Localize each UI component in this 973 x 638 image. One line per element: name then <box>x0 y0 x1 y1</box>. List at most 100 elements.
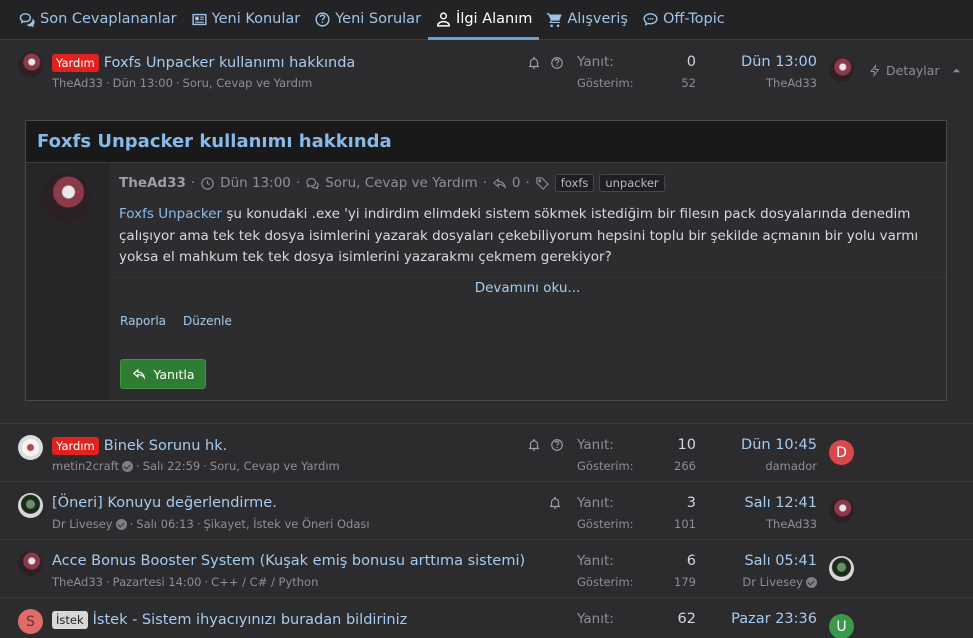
replies-count: 3 <box>686 495 696 511</box>
thread-author[interactable]: Dr Livesey <box>52 517 113 531</box>
tab-label: Yeni Konular <box>211 11 301 27</box>
thread-date[interactable]: Pazartesi 14:00 <box>113 575 202 589</box>
views-count: 179 <box>674 575 696 589</box>
last-poster-avatar[interactable] <box>829 57 854 82</box>
views-label: Gösterim: <box>577 459 634 473</box>
views-count: 266 <box>674 459 696 473</box>
thread-date[interactable]: Salı 22:59 <box>143 459 201 473</box>
post-link[interactable]: Foxfs Unpacker <box>119 206 222 222</box>
prefix-badge[interactable]: İstek <box>52 611 88 629</box>
edit-link[interactable]: Düzenle <box>183 314 232 328</box>
last-post-username[interactable]: TheAd33 <box>766 76 817 90</box>
last-post-username[interactable]: damador <box>765 459 817 473</box>
report-link[interactable]: Raporla <box>120 314 166 328</box>
last-poster-avatar[interactable]: D <box>829 440 854 465</box>
last-post-user[interactable]: TheAd33 <box>766 517 817 531</box>
tab-yeni-konular[interactable]: Yeni Konular <box>184 0 308 39</box>
bell-icon[interactable] <box>527 56 541 70</box>
tab-off-topic[interactable]: Off-Topic <box>635 0 732 39</box>
last-post-user[interactable]: damador <box>765 459 817 473</box>
prefix-badge[interactable]: Yardım <box>52 54 99 72</box>
tab-alisveris[interactable]: Alışveriş <box>539 0 635 39</box>
comments-icon <box>306 177 319 189</box>
post-date: Dün 13:00 <box>220 175 291 191</box>
reply-button-label: Yanıtla <box>153 366 195 382</box>
tag-foxfs[interactable]: foxfs <box>554 174 595 192</box>
news-icon <box>192 13 207 25</box>
replies-label: Yanıt: <box>577 437 614 453</box>
views-count: 101 <box>674 517 696 531</box>
post-content: Foxfs Unpacker şu konudaki .exe 'yi indi… <box>119 204 947 269</box>
last-post-date[interactable]: Dün 13:00 <box>741 54 817 70</box>
replies-count: 62 <box>677 611 696 627</box>
tab-label: Off-Topic <box>662 11 725 27</box>
last-post-date[interactable]: Salı 12:41 <box>744 495 817 511</box>
tab-yeni-sorular[interactable]: Yeni Sorular <box>307 0 428 39</box>
last-post-username[interactable]: Dr Livesey <box>742 575 803 589</box>
tab-son-cevaplananlar[interactable]: Son Cevaplananlar <box>12 0 184 39</box>
preview-title[interactable]: Foxfs Unpacker kullanımı hakkında <box>37 131 392 152</box>
thread-date[interactable]: Dün 13:00 <box>113 76 173 90</box>
thread-author[interactable]: TheAd33 <box>52 575 103 589</box>
question-circle-icon[interactable] <box>550 438 564 452</box>
post-reply-count: 0 <box>511 175 521 191</box>
tab-label: Son Cevaplananlar <box>40 11 177 27</box>
thread-forum[interactable]: Şikayet, İstek ve Öneri Odası <box>203 517 369 531</box>
thread-title[interactable]: [Öneri] Konuyu değerlendirme. <box>52 495 277 511</box>
last-poster-avatar[interactable] <box>829 556 854 581</box>
thread-preview: Foxfs Unpacker kullanımı hakkında TheAd3… <box>25 120 947 401</box>
avatar[interactable] <box>18 551 43 576</box>
question-circle-icon[interactable] <box>550 56 564 70</box>
replies-count: 6 <box>686 553 696 569</box>
thread-forum[interactable]: Soru, Cevap ve Yardım <box>183 76 313 90</box>
chat-icon <box>643 12 658 26</box>
last-post-user[interactable]: Dr Livesey <box>742 575 817 589</box>
reply-button[interactable]: Yanıtla <box>120 359 206 389</box>
thread-forum[interactable]: C++ / C# / Python <box>211 575 318 589</box>
last-post-date[interactable]: Pazar 23:36 <box>731 611 817 627</box>
avatar[interactable] <box>18 52 43 77</box>
bolt-icon <box>870 64 880 77</box>
last-post-date[interactable]: Dün 10:45 <box>741 437 817 453</box>
thread-date[interactable]: Salı 06:13 <box>136 517 194 531</box>
user-icon <box>437 11 450 27</box>
clock-icon <box>201 176 214 190</box>
prefix-badge[interactable]: Yardım <box>52 437 99 455</box>
bell-icon[interactable] <box>527 438 541 452</box>
views-count: 52 <box>681 76 696 90</box>
thread-title[interactable]: İstek - Sistem ihyacıyınızı buradan bild… <box>93 612 408 628</box>
last-post-username[interactable]: TheAd33 <box>766 517 817 531</box>
thread-author[interactable]: TheAd33 <box>52 76 103 90</box>
thread-forum[interactable]: Soru, Cevap ve Yardım <box>210 459 340 473</box>
avatar[interactable] <box>18 435 43 460</box>
avatar[interactable] <box>18 493 43 518</box>
verified-icon <box>806 576 817 588</box>
views-label: Gösterim: <box>577 76 634 90</box>
author-avatar[interactable] <box>41 172 91 222</box>
thread-item: [Öneri] Konuyu değerlendirme. Dr Livesey… <box>0 482 973 540</box>
last-poster-avatar[interactable]: U <box>829 614 854 638</box>
post-actions: Raporla Düzenle <box>120 314 232 328</box>
thread-title[interactable]: Acce Bonus Booster System (Kuşak emiş bo… <box>52 553 525 569</box>
tag-unpacker[interactable]: unpacker <box>599 174 665 192</box>
last-post-user[interactable]: TheAd33 <box>766 76 817 90</box>
verified-icon <box>122 460 134 472</box>
replies-label: Yanıt: <box>577 611 614 627</box>
question-icon <box>315 11 330 27</box>
views-label: Gösterim: <box>577 575 634 589</box>
views-label: Gösterim: <box>577 517 634 531</box>
bell-icon[interactable] <box>548 496 562 510</box>
thread-title[interactable]: Binek Sorunu hk. <box>104 438 228 454</box>
replies-label: Yanıt: <box>577 54 614 70</box>
post-forum[interactable]: Soru, Cevap ve Yardım <box>325 175 477 191</box>
last-post-date[interactable]: Salı 05:41 <box>744 553 817 569</box>
avatar[interactable]: S <box>18 609 43 634</box>
details-toggle[interactable]: Detaylar <box>869 63 961 78</box>
last-poster-avatar[interactable] <box>829 498 854 523</box>
read-more-link[interactable]: Devamını oku... <box>109 277 946 296</box>
post-author[interactable]: TheAd33 <box>119 175 186 191</box>
thread-author[interactable]: metin2craft <box>52 459 119 473</box>
tag-icon <box>536 176 549 190</box>
thread-title[interactable]: Foxfs Unpacker kullanımı hakkında <box>104 55 356 71</box>
tab-ilgi-alanim[interactable]: İlgi Alanım <box>428 0 540 40</box>
